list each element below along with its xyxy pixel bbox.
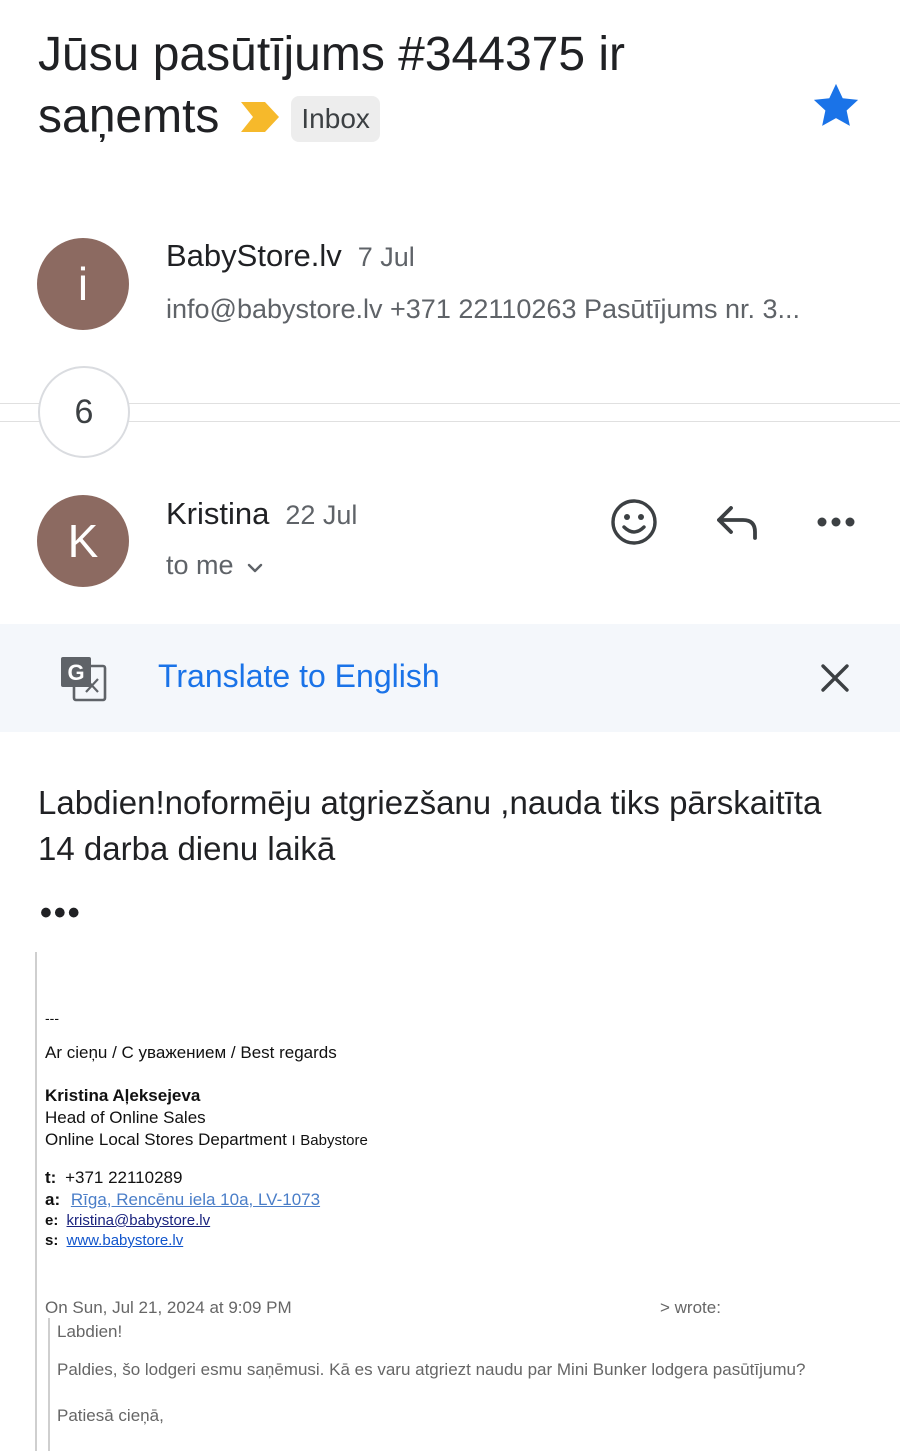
signature-phone-line: t: +371 22110289 (45, 1168, 182, 1188)
signature-name: Kristina Aļeksejeva (45, 1086, 201, 1105)
signature-title: Head of Online Sales (45, 1108, 206, 1127)
signature-department-line: Online Local Stores Department I Babysto… (45, 1130, 368, 1150)
quote-line: Paldies, šo lodgeri esmu saņēmusi. Kā es… (57, 1360, 806, 1379)
close-icon[interactable] (818, 661, 852, 700)
recipient-text: to me (166, 550, 234, 580)
quote-bar (35, 952, 37, 1451)
site-label: s: (45, 1232, 59, 1249)
signature-email-link[interactable]: kristina@babystore.lv (67, 1212, 211, 1229)
sender-name: Kristina (166, 496, 270, 531)
email-subject: Jūsu pasūtījums #344375 ir saņemts Inbox (38, 24, 798, 150)
message-date: 7 Jul (357, 242, 415, 272)
phone-label: t: (45, 1168, 57, 1187)
hidden-messages-count[interactable]: 6 (38, 366, 130, 458)
show-trimmed-content-button[interactable]: ••• (40, 894, 82, 933)
message-body-text: Labdien!noformēju atgriezšanu ,nauda tik… (38, 784, 822, 867)
signature-address-link[interactable]: Rīga, Rencēnu iela 10a, LV-1073 (71, 1190, 320, 1209)
avatar[interactable]: i (37, 238, 129, 330)
quote-header: On Sun, Jul 21, 2024 at 9:09 PM (45, 1298, 292, 1317)
translate-button[interactable]: Translate to English (158, 658, 440, 695)
more-icon[interactable] (808, 494, 864, 550)
collapsed-message-header[interactable]: BabyStore.lv 7 Jul (166, 238, 415, 274)
signature-phone[interactable]: +371 22110289 (65, 1168, 182, 1187)
chevron-down-icon (246, 561, 264, 579)
divider (0, 421, 900, 422)
signature-company: Babystore (300, 1132, 368, 1149)
inner-quote-bar (48, 1318, 50, 1451)
message-snippet[interactable]: info@babystore.lv +371 22110263 Pasūtīju… (166, 294, 800, 325)
signature-site-link[interactable]: www.babystore.lv (67, 1232, 184, 1249)
star-icon[interactable] (810, 80, 862, 132)
signature-separator: --- (45, 1010, 59, 1026)
signature-site-line: s: www.babystore.lv (45, 1232, 183, 1249)
signature-regards: Ar cieņu / С уважением / Best regards (45, 1043, 337, 1062)
recipient-details-toggle[interactable]: to me (166, 550, 264, 581)
important-label-icon[interactable] (239, 88, 281, 150)
svg-text:G: G (67, 660, 84, 685)
quote-closing: Patiesā cieņā, (57, 1406, 164, 1425)
signature-department: Online Local Stores Department (45, 1130, 287, 1149)
translate-bar (0, 624, 900, 732)
message-date: 22 Jul (285, 500, 358, 530)
reply-icon[interactable] (708, 494, 764, 550)
signature-email-line: e: kristina@babystore.lv (45, 1212, 210, 1229)
avatar[interactable]: K (37, 495, 129, 587)
signature-address-line: a: Rīga, Rencēnu iela 10a, LV-1073 (45, 1190, 320, 1210)
signature-separator-char: I (291, 1132, 296, 1148)
email-label: e: (45, 1212, 59, 1229)
open-message-header: Kristina 22 Jul (166, 496, 357, 532)
quote-wrote: > wrote: (660, 1298, 721, 1317)
emoji-icon[interactable] (606, 494, 662, 550)
address-label: a: (45, 1190, 61, 1209)
inbox-label-chip[interactable]: Inbox (291, 96, 380, 143)
divider (0, 403, 900, 404)
google-translate-icon: G (58, 654, 108, 709)
sender-name: BabyStore.lv (166, 238, 342, 273)
quote-greeting: Labdien! (57, 1322, 123, 1341)
